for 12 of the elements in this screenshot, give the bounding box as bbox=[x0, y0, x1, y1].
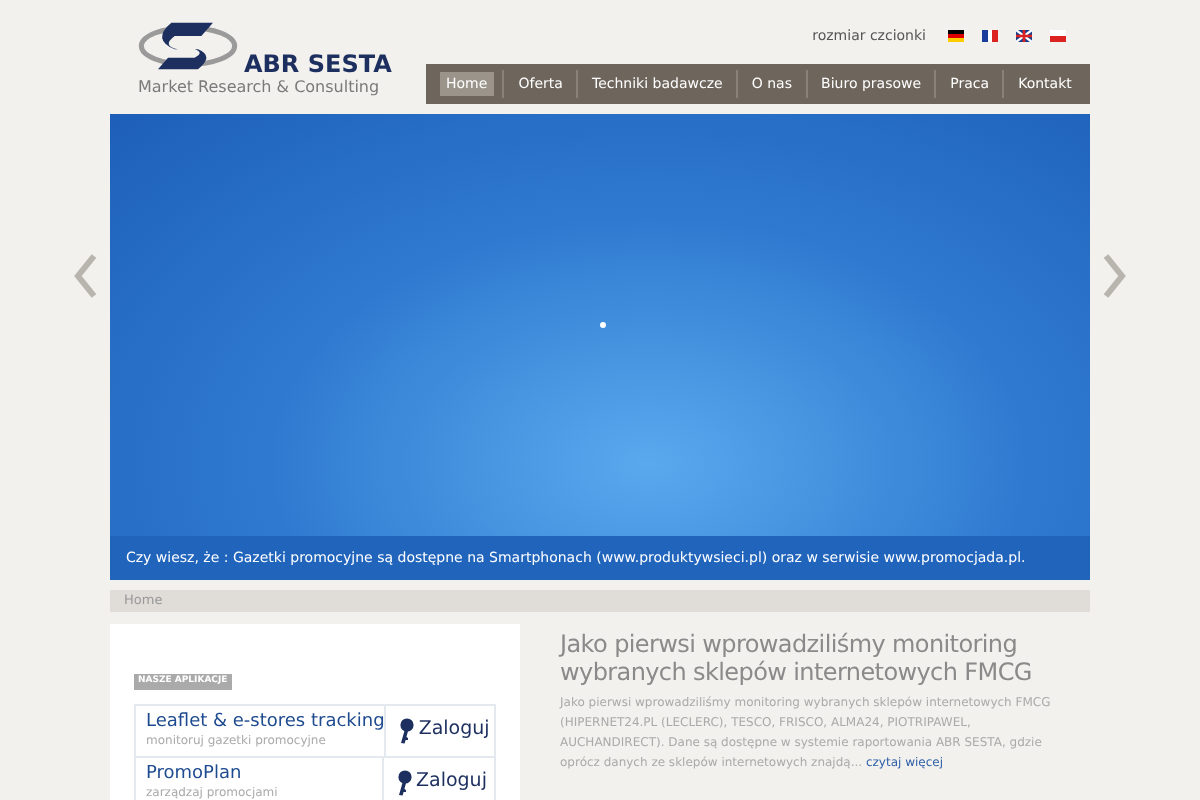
login-link[interactable]: Zaloguj bbox=[384, 706, 494, 756]
brand-name: ABR SESTA bbox=[244, 52, 392, 76]
app-title-link[interactable]: PromoPlan bbox=[146, 764, 382, 786]
key-icon bbox=[396, 770, 412, 796]
login-link[interactable]: Zaloguj bbox=[382, 758, 494, 800]
flag-icon[interactable] bbox=[1016, 30, 1032, 42]
tagline: Market Research & Consulting bbox=[138, 80, 382, 96]
app-title-link[interactable]: Leaflet & e-stores tracking bbox=[146, 712, 385, 734]
news-heading: Jako pierwsi wprowadziliśmy monitoring wybranych sklepów internetowych FMCG bbox=[560, 630, 1034, 686]
key-icon bbox=[398, 718, 415, 744]
flag-icon[interactable] bbox=[948, 30, 964, 42]
flag-icon[interactable] bbox=[982, 30, 998, 42]
